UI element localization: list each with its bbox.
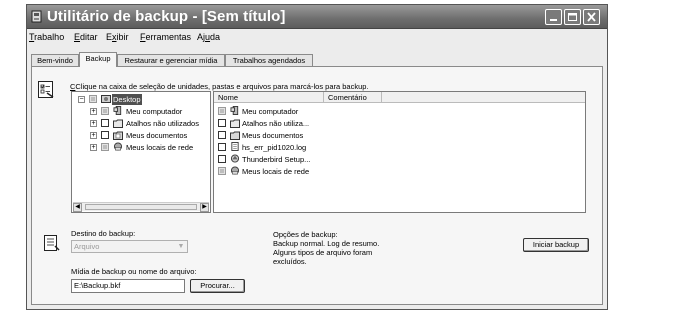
backup-options-line2: Alguns tipos de arquivo foram [273, 248, 373, 257]
expand-icon[interactable]: + [90, 120, 97, 127]
media-filename-input[interactable]: E:\Backup.bkf [71, 279, 185, 293]
list-checkbox[interactable] [218, 143, 226, 151]
tab-strip: Bem-vindo Backup Restaurar e gerenciar m… [27, 52, 607, 67]
list-checkbox[interactable] [218, 155, 226, 163]
tree-label-unused-shortcuts: Atalhos não utilizados [126, 119, 199, 128]
menu-ajuda-pre: Aj [197, 32, 206, 42]
menu-trabalho[interactable]: Trabalho [29, 32, 64, 42]
destination-select[interactable]: Arquivo ▼ [71, 240, 188, 253]
window-title: Utilitário de backup - [Sem título] [47, 8, 286, 25]
collapse-icon[interactable]: − [78, 96, 85, 103]
checklist-icon [38, 81, 54, 98]
menu-bar: Trabalho Editar Exibir Ferramentas Ajuda [27, 30, 607, 45]
tree-label-my-computer: Meu computador [126, 107, 183, 116]
tree-horizontal-scrollbar[interactable]: ◀ ▶ [73, 202, 209, 212]
maximize-icon [568, 13, 577, 21]
maximize-button[interactable] [564, 9, 581, 25]
tree-checkbox-my-documents[interactable] [101, 131, 109, 139]
text-file-icon [231, 142, 239, 151]
file-list[interactable]: Nome Comentário Meu computador Atalhos n… [213, 91, 586, 213]
start-backup-button[interactable]: Iniciar backup [523, 238, 589, 252]
destination-select-value: Arquivo [74, 242, 100, 251]
tree-checkbox-unused-shortcuts[interactable] [101, 119, 109, 127]
instructions-text: CClique na caixa de seleção de unidades,… [70, 82, 369, 91]
tree-label-desktop: Desktop [112, 94, 142, 105]
computer-icon [230, 106, 239, 115]
tab-welcome[interactable]: Bem-vindo [31, 54, 79, 66]
menu-ferramentas[interactable]: Ferramentas [140, 32, 191, 42]
desktop-icon [101, 95, 111, 103]
menu-editar[interactable]: Editar [74, 32, 98, 42]
tree-row-my-computer[interactable]: + Meu computador [90, 106, 210, 117]
chevron-down-icon[interactable]: ▼ [176, 242, 186, 251]
menu-exibir-rest: ibir [116, 32, 129, 42]
computer-icon [113, 106, 122, 115]
tab-backup[interactable]: Backup [79, 52, 117, 67]
menu-ajuda-rest: da [210, 32, 221, 42]
scroll-right-icon[interactable]: ▶ [200, 203, 209, 212]
column-header-comment[interactable]: Comentário [324, 92, 382, 103]
tree-row-desktop[interactable]: − Desktop [78, 94, 208, 105]
tree-checkbox-desktop[interactable] [89, 95, 97, 103]
list-item-label: Atalhos não utiliza... [242, 119, 310, 128]
list-checkbox[interactable] [218, 107, 226, 115]
folder-icon [230, 119, 240, 128]
minimize-icon [550, 19, 557, 21]
minimize-button[interactable] [545, 9, 562, 25]
close-icon [587, 12, 596, 22]
menu-trabalho-rest: rabalho [34, 32, 65, 42]
backup-options-line1: Backup normal. Log de resumo. [273, 239, 380, 248]
instructions-body: Clique na caixa de seleção de unidades, … [75, 82, 369, 91]
menu-ferramentas-rest: erramentas [145, 32, 192, 42]
tab-restore[interactable]: Restaurar e gerenciar mídia [117, 54, 225, 66]
list-item-label: Thunderbird Setup... [242, 155, 311, 164]
title-bar[interactable]: Utilitário de backup - [Sem título] [27, 5, 607, 29]
folder-icon [113, 119, 123, 128]
close-button[interactable] [583, 9, 600, 25]
tree-row-network-places[interactable]: + Meus locais de rede [90, 142, 210, 153]
network-places-icon [230, 166, 240, 175]
browse-button[interactable]: Procurar... [190, 279, 245, 293]
list-checkbox[interactable] [218, 131, 226, 139]
column-header-name[interactable]: Nome [214, 92, 324, 103]
expand-icon[interactable]: + [90, 144, 97, 151]
list-checkbox[interactable] [218, 167, 226, 175]
scroll-left-icon[interactable]: ◀ [73, 203, 82, 212]
documents-folder-icon [230, 131, 240, 140]
backup-app-icon [31, 10, 42, 23]
expand-icon[interactable]: + [90, 132, 97, 139]
list-item-label: hs_err_pid1020.log [242, 143, 307, 152]
documents-folder-icon [113, 131, 123, 140]
tree-label-my-documents: Meus documentos [126, 131, 188, 140]
list-item-label: Meu computador [242, 107, 299, 116]
destination-document-icon [44, 235, 60, 251]
tree-row-my-documents[interactable]: + Meus documentos [90, 130, 210, 141]
media-label: Mídia de backup ou nome do arquivo: [71, 267, 197, 276]
list-checkbox[interactable] [218, 119, 226, 127]
list-header: Nome Comentário [214, 92, 585, 103]
tab-scheduled[interactable]: Trabalhos agendados [225, 54, 313, 66]
list-item-label: Meus documentos [242, 131, 304, 140]
backup-options-line3: excluídos. [273, 257, 307, 266]
backup-options-title: Opções de backup: [273, 230, 338, 239]
tree-row-unused-shortcuts[interactable]: + Atalhos não utilizados [90, 118, 210, 129]
tree-label-network-places: Meus locais de rede [126, 143, 194, 152]
network-places-icon [113, 142, 123, 151]
scroll-thumb[interactable] [85, 204, 197, 210]
tree-checkbox-my-computer[interactable] [101, 107, 109, 115]
folder-tree[interactable]: − Desktop + Meu computador + Atalhos não… [71, 91, 211, 213]
destination-label: Destino do backup: [71, 229, 136, 238]
installer-icon [230, 154, 240, 163]
backup-options: Opções de backup: Backup normal. Log de … [273, 230, 379, 266]
list-item-label: Meus locais de rede [242, 167, 310, 176]
expand-icon[interactable]: + [90, 108, 97, 115]
menu-ajuda[interactable]: Ajuda [197, 32, 220, 42]
tree-checkbox-network-places[interactable] [101, 143, 109, 151]
menu-editar-rest: ditar [80, 32, 98, 42]
backup-utility-window: Utilitário de backup - [Sem título] Trab… [26, 4, 608, 310]
menu-exibir[interactable]: Exibir [106, 32, 129, 42]
